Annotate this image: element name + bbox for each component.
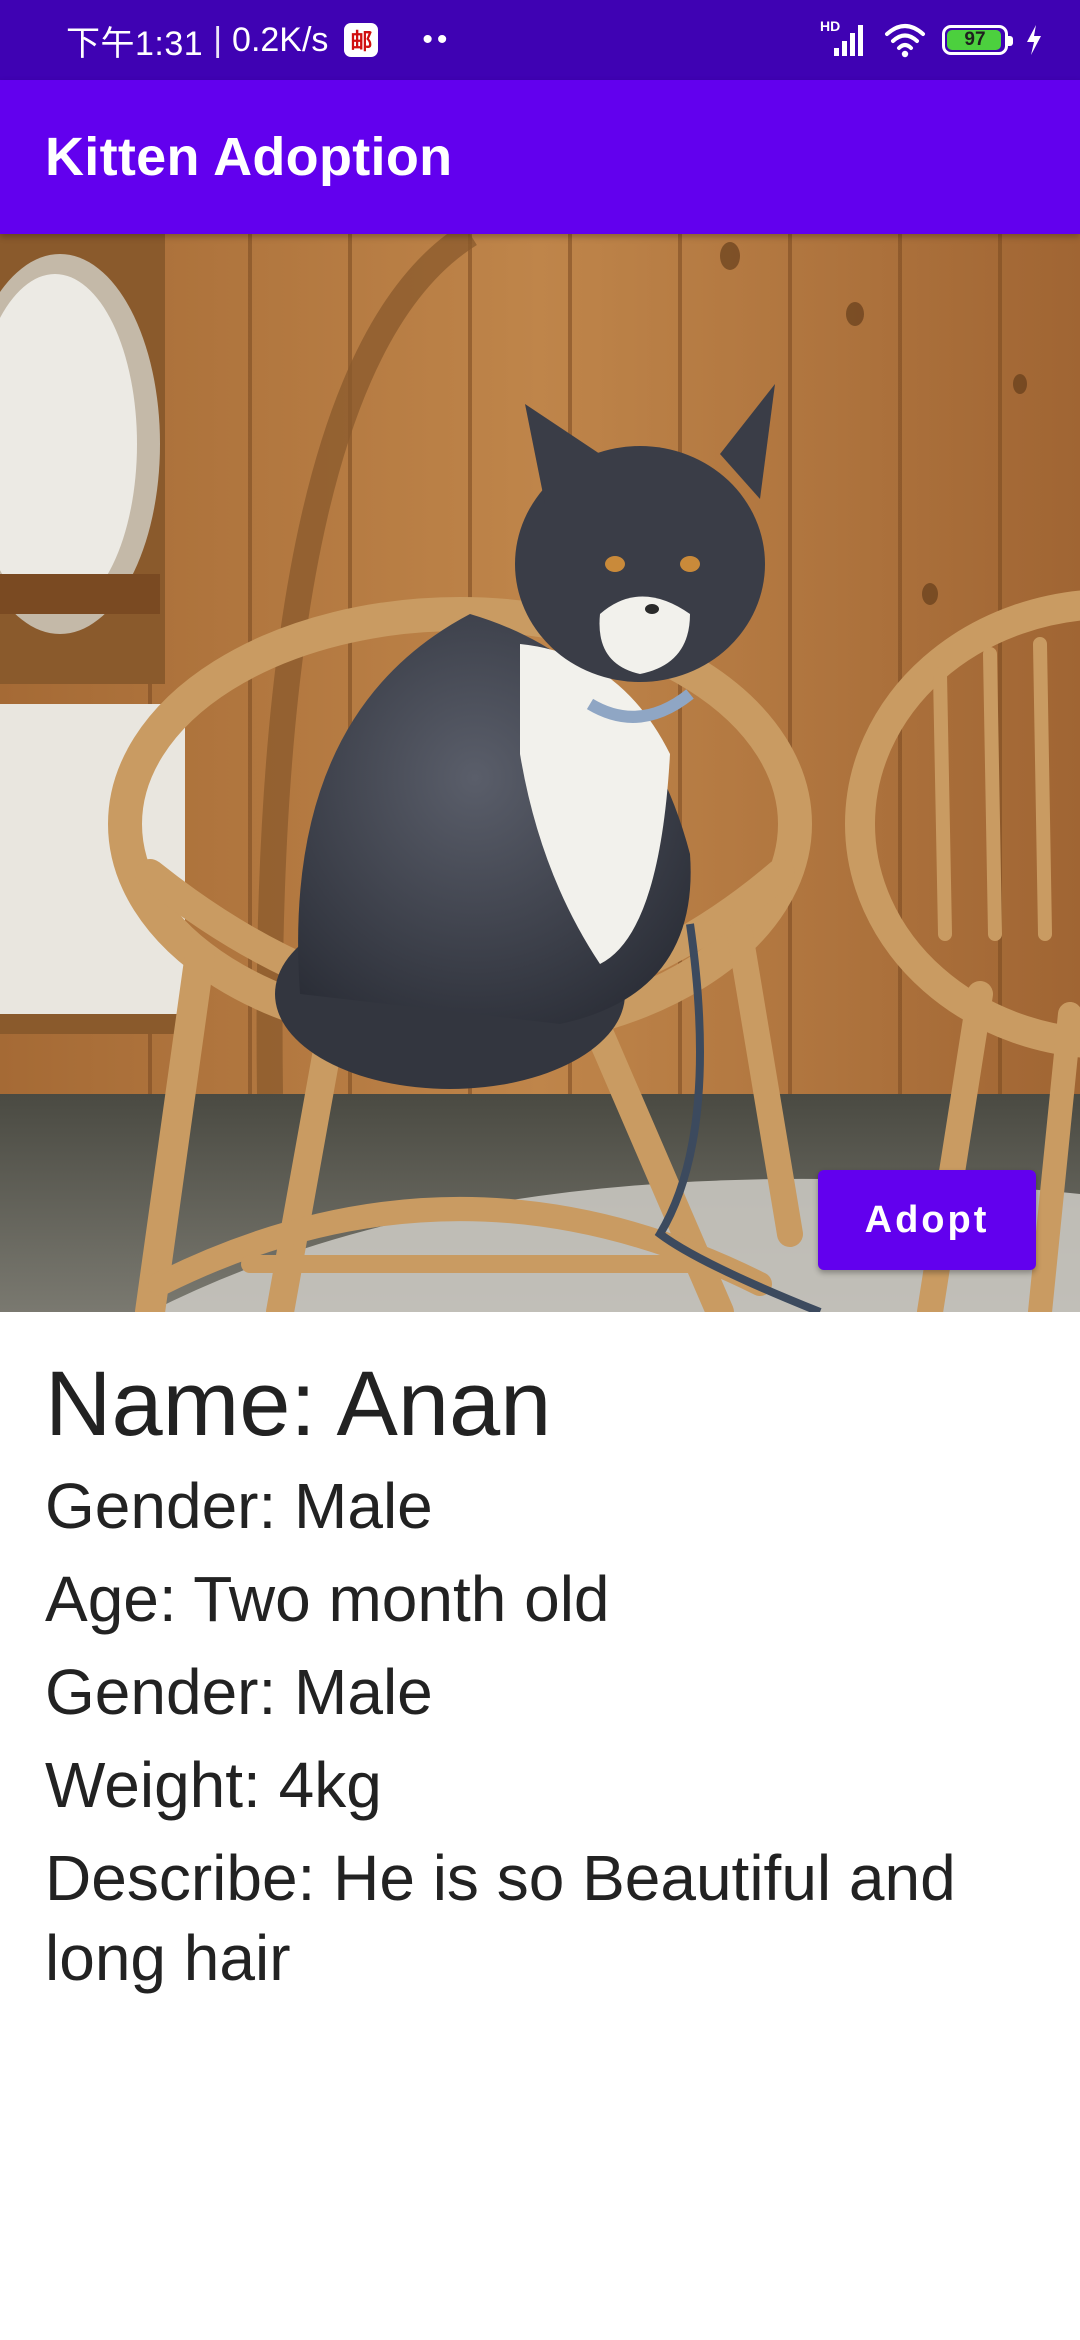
page-title: Kitten Adoption [45,127,453,187]
kitten-weight: Weight: 4kg [45,1749,382,1821]
kitten-gender-repeat: Gender: Male [45,1656,433,1728]
mail-app-badge-icon: 邮 [344,23,379,57]
adopt-button[interactable]: Adopt [818,1170,1036,1270]
kitten-gender: Gender: Male [45,1470,433,1542]
wifi-icon [885,24,925,58]
status-separator: | [213,20,223,59]
kitten-photo [0,234,1080,1312]
status-left: 下午1:31 | 0.2K/s 邮 •• [66,0,451,80]
status-right: HD 97 [820,0,1044,80]
battery-level: 97 [964,29,986,50]
kitten-description: Describe: He is so Beautiful and long ha… [45,1842,956,1994]
battery-tip [1008,36,1013,46]
kitten-age: Age: Two month old [45,1563,610,1635]
status-bar: 下午1:31 | 0.2K/s 邮 •• HD 97 [0,0,1080,80]
hd-label: HD [820,18,841,34]
kitten-name: Name: Anan [45,1353,552,1455]
signal-icon: HD [820,18,868,60]
kitten-photo-illustration [0,234,1080,1312]
battery-icon: 97 [942,25,1013,55]
more-notifications-icon: •• [422,23,452,56]
status-time: 下午1:31 [66,24,204,63]
network-speed: 0.2K/s [232,20,329,59]
charging-icon [1027,25,1041,55]
app-bar: Kitten Adoption [0,80,1080,234]
kitten-details: Name: Anan Gender: Male Age: Two month o… [45,1350,1035,2011]
